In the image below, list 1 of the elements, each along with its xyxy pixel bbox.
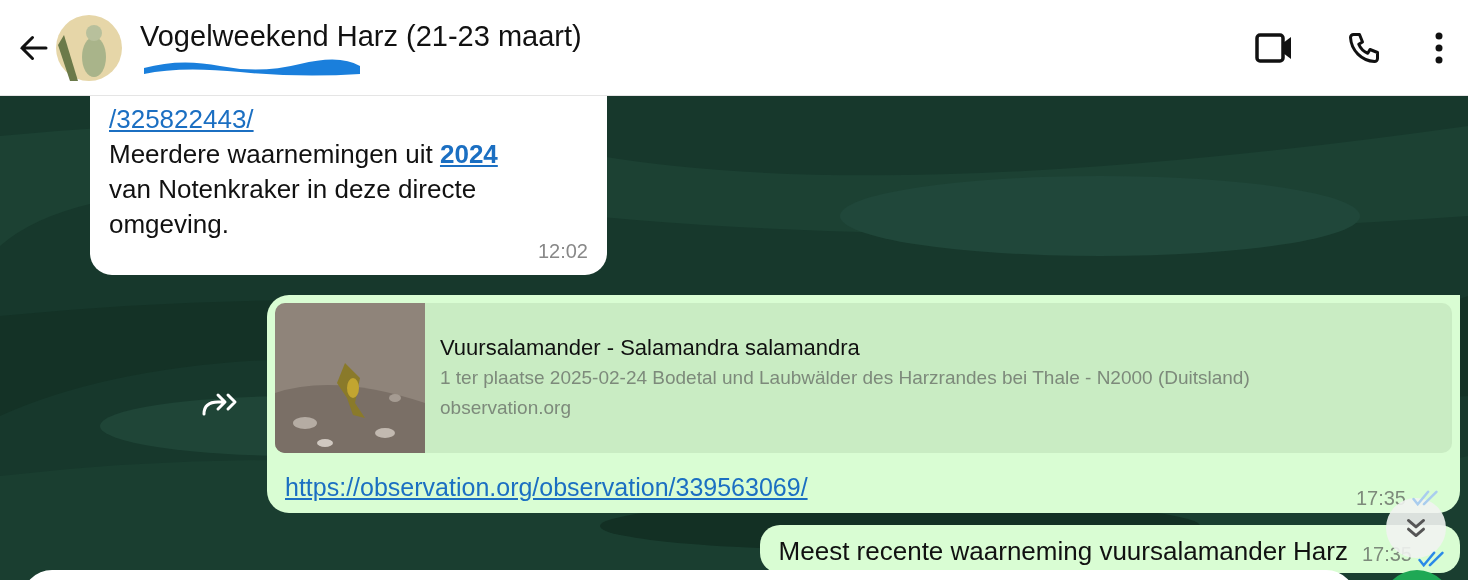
chat-title: Vogelweekend Harz (21-23 maart) xyxy=(140,18,583,54)
